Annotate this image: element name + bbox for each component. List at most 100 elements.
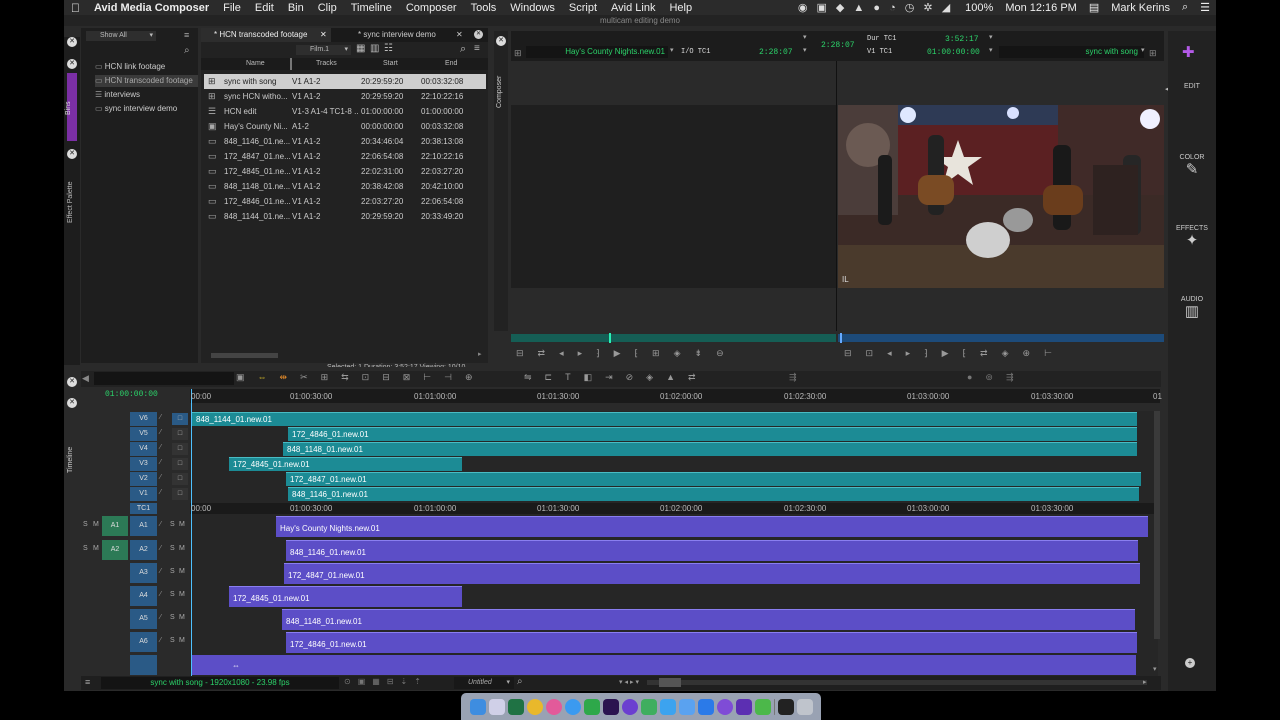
safari-icon[interactable]	[564, 698, 581, 715]
bin-row[interactable]: ▭ 848_1144_01.ne... V1 A1-2 20:29:59:20 20:3…	[204, 209, 486, 224]
track-label-a4[interactable]: A4	[130, 586, 157, 606]
record-position-bar[interactable]	[838, 334, 1164, 342]
maps-icon[interactable]	[640, 698, 657, 715]
track-lock-icon[interactable]: ⁄	[160, 614, 161, 621]
effect-palette-tab[interactable]: Effect Palette	[67, 181, 74, 223]
composer-tab-label[interactable]: Composer	[496, 76, 503, 108]
monitor-toggle-icon[interactable]: □	[172, 428, 188, 440]
zoom-slider[interactable]	[647, 680, 1147, 685]
timeline-timecode[interactable]: 01:00:00:00	[105, 390, 158, 399]
timeline-tools-2[interactable]: ⇋⊏T◧⇥⊘◈▲⇄	[524, 372, 709, 383]
record-monitor[interactable]: IL	[838, 105, 1164, 288]
mute-button[interactable]: M	[179, 591, 185, 598]
excel-icon[interactable]	[507, 698, 524, 715]
mute-button[interactable]: M	[179, 545, 185, 552]
audio-clip[interactable]: 172_4846_01.new.01	[286, 632, 1137, 653]
chevron-down-icon[interactable]: ▾	[1141, 46, 1145, 54]
center-timecode[interactable]: 2:28:07	[821, 41, 855, 50]
track-label-a6[interactable]: A6	[130, 632, 157, 652]
status-bar-icons[interactable]: ⊙▣▦⊟⇣⇡	[344, 677, 428, 686]
solo-button[interactable]: S	[170, 637, 175, 644]
menu-clip[interactable]: Clip	[318, 2, 337, 14]
track-lock-icon[interactable]: ⁄	[160, 521, 161, 528]
dur-tc-value[interactable]: 3:52:17	[945, 35, 979, 44]
battery-percent[interactable]: 100%	[965, 2, 993, 14]
menu-avid-link[interactable]: Avid Link	[611, 2, 655, 14]
editor-icon[interactable]	[754, 698, 771, 715]
audio-clip[interactable]: 848_1146_01.new.01	[286, 540, 1138, 561]
track-label-a3[interactable]: A3	[130, 563, 157, 583]
clock[interactable]: Mon 12:16 PM	[1005, 2, 1077, 14]
workspace-audio-button[interactable]: ▥ AUDIO	[1168, 296, 1216, 366]
premiere-icon[interactable]	[602, 698, 619, 715]
workspace-color-button[interactable]: ✎ COLOR	[1168, 154, 1216, 224]
zoom-controls[interactable]: ▾◂▸▾	[619, 678, 641, 686]
menu-file[interactable]: File	[223, 2, 241, 14]
audio-clip[interactable]: 172_4847_01.new.01	[284, 563, 1140, 584]
source-monitor[interactable]	[511, 105, 836, 288]
bin-row[interactable]: ⊞ sync with song V1 A1-2 20:29:59:20 00:03:3…	[204, 74, 486, 89]
record-sequence-name[interactable]: sync with song	[999, 46, 1144, 58]
video-clip[interactable]: 172_4846_01.new.01	[288, 427, 1137, 441]
zoom-slider-thumb[interactable]	[659, 678, 681, 687]
chevron-down-icon[interactable]: ▾	[989, 33, 993, 41]
solo-button[interactable]: S	[170, 568, 175, 575]
audio-monitor-icon[interactable]: ◀	[82, 373, 89, 384]
mute-button[interactable]: M	[93, 545, 99, 552]
notification-icon[interactable]: ☰	[1200, 1, 1210, 14]
close-icon[interactable]: ✕	[67, 149, 77, 159]
audio-clip[interactable]: 172_4845_01.new.01	[229, 586, 462, 607]
column-name[interactable]: Name	[246, 60, 265, 67]
record-header-icon[interactable]: ⊞	[1149, 48, 1157, 59]
track-label-v4[interactable]: V4	[130, 442, 157, 456]
timeline-tools-3[interactable]: ⇶	[789, 372, 810, 383]
user-name[interactable]: Mark Kerins	[1111, 2, 1170, 14]
bin-row[interactable]: ☰ HCN edit V1-3 A1-4 TC1-8 ... 01:00:00:00 0…	[204, 104, 486, 119]
monitor-toggle-icon[interactable]: □	[172, 443, 188, 455]
record-position-indicator[interactable]	[840, 333, 842, 343]
track-lock-icon[interactable]: ⁄	[160, 568, 161, 575]
twitter-icon[interactable]	[659, 698, 676, 715]
hamburger-icon[interactable]: ≡	[184, 30, 189, 40]
script-view-icon[interactable]: ▥	[370, 43, 379, 54]
solo-button[interactable]: S	[170, 545, 175, 552]
status-icons[interactable]: ◉ ▣ ◆ ▲ ● ◔ ◷ ✲ ◢	[798, 1, 953, 14]
close-icon[interactable]: ✕	[67, 59, 77, 69]
track-lock-icon[interactable]: ⁄	[160, 489, 161, 496]
track-lock-icon[interactable]: ⁄	[160, 414, 161, 421]
hamburger-icon[interactable]: ≡	[85, 677, 90, 687]
source-position-bar[interactable]	[511, 334, 836, 342]
mute-button[interactable]: M	[179, 568, 185, 575]
column-tracks[interactable]: Tracks	[316, 60, 337, 67]
track-label-a7[interactable]	[130, 655, 157, 675]
track-lock-icon[interactable]: ⁄	[160, 459, 161, 466]
column-end[interactable]: End	[445, 60, 457, 67]
zoom-icon[interactable]	[697, 698, 714, 715]
mute-button[interactable]: M	[179, 521, 185, 528]
flag-icon[interactable]: ▤	[1089, 1, 1099, 14]
bin-row[interactable]: ▭ 848_1148_01.ne... V1 A1-2 20:38:42:08 20:4…	[204, 179, 486, 194]
record-transport-controls[interactable]: ⊟⊡◂▸⁆▶⁅⇄◈⊕⊢	[844, 348, 1066, 359]
scroll-right-icon[interactable]: ▸	[1143, 678, 1147, 686]
search-icon[interactable]: ⌕	[517, 676, 523, 687]
monitor-toggle-icon[interactable]: □	[172, 413, 188, 425]
tab-sync-interview[interactable]: * sync interview demo ✕	[346, 28, 476, 42]
timeline-clip-name-field[interactable]	[94, 372, 234, 385]
chevron-down-icon[interactable]: ▾	[803, 46, 807, 54]
source-transport-controls[interactable]: ⊟⇄◂▸⁆▶⁅⊞◈⇟⊖	[516, 348, 738, 359]
bins-tab[interactable]: Bins	[65, 101, 72, 115]
timeline-tools-4[interactable]: ●⊚⇶	[967, 372, 1027, 383]
close-icon[interactable]: ✕	[67, 398, 77, 408]
tab-hcn-transcoded[interactable]: * HCN transcoded footage ✕	[201, 28, 331, 42]
close-icon[interactable]: ✕	[496, 36, 506, 46]
source-position-indicator[interactable]	[609, 333, 611, 343]
track-lock-icon[interactable]: ⁄	[160, 545, 161, 552]
chevron-down-icon[interactable]: ▾	[803, 33, 807, 41]
track-lock-icon[interactable]: ⁄	[160, 474, 161, 481]
video-clip[interactable]: 172_4845_01.new.01	[229, 457, 462, 471]
video-clip[interactable]: 848_1148_01.new.01	[283, 442, 1137, 456]
track-label-v6[interactable]: V6	[130, 412, 157, 426]
menu-edit[interactable]: Edit	[255, 2, 274, 14]
solo-button[interactable]: S	[170, 521, 175, 528]
bin-row[interactable]: ▭ 172_4847_01.ne... V1 A1-2 22:06:54:08 22:1…	[204, 149, 486, 164]
